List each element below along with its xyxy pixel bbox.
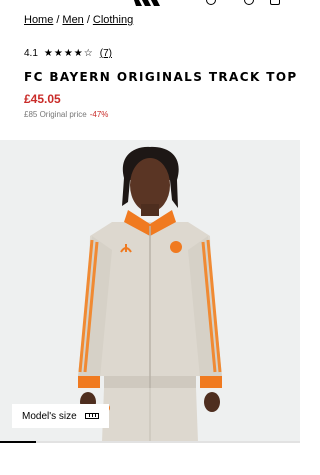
- user-icon[interactable]: [206, 0, 216, 5]
- sale-price: £45.05: [24, 92, 61, 106]
- ruler-icon: [84, 413, 99, 419]
- top-navigation: [0, 0, 300, 8]
- gallery-progress-fill: [0, 441, 36, 443]
- rating-score: 4.1: [24, 48, 38, 59]
- search-icon[interactable]: [244, 0, 254, 5]
- gallery-progress-bar: [0, 441, 300, 443]
- adidas-logo-icon[interactable]: [132, 0, 168, 6]
- product-title: FC BAYERN ORIGINALS TRACK TOP: [24, 70, 298, 84]
- breadcrumb: Home / Men / Clothing: [24, 14, 133, 26]
- rating-stars-icon: ★★★★☆: [43, 48, 94, 59]
- breadcrumb-men[interactable]: Men: [62, 14, 83, 26]
- review-count-link[interactable]: (7): [100, 48, 112, 59]
- bag-icon[interactable]: [270, 0, 280, 5]
- breadcrumb-clothing[interactable]: Clothing: [93, 14, 133, 26]
- product-rating: 4.1 ★★★★☆ (7): [24, 48, 112, 59]
- model-photo: [0, 140, 300, 442]
- discount-badge: -47%: [89, 110, 109, 119]
- original-price-row: £85 Original price -47%: [24, 110, 108, 119]
- breadcrumb-separator: /: [86, 14, 90, 26]
- model-size-label: Model's size: [22, 410, 77, 422]
- product-image[interactable]: [0, 140, 300, 442]
- breadcrumb-home[interactable]: Home: [24, 14, 53, 26]
- breadcrumb-separator: /: [56, 14, 60, 26]
- model-size-button[interactable]: Model's size: [12, 404, 109, 428]
- original-price: £85 Original price: [24, 110, 87, 119]
